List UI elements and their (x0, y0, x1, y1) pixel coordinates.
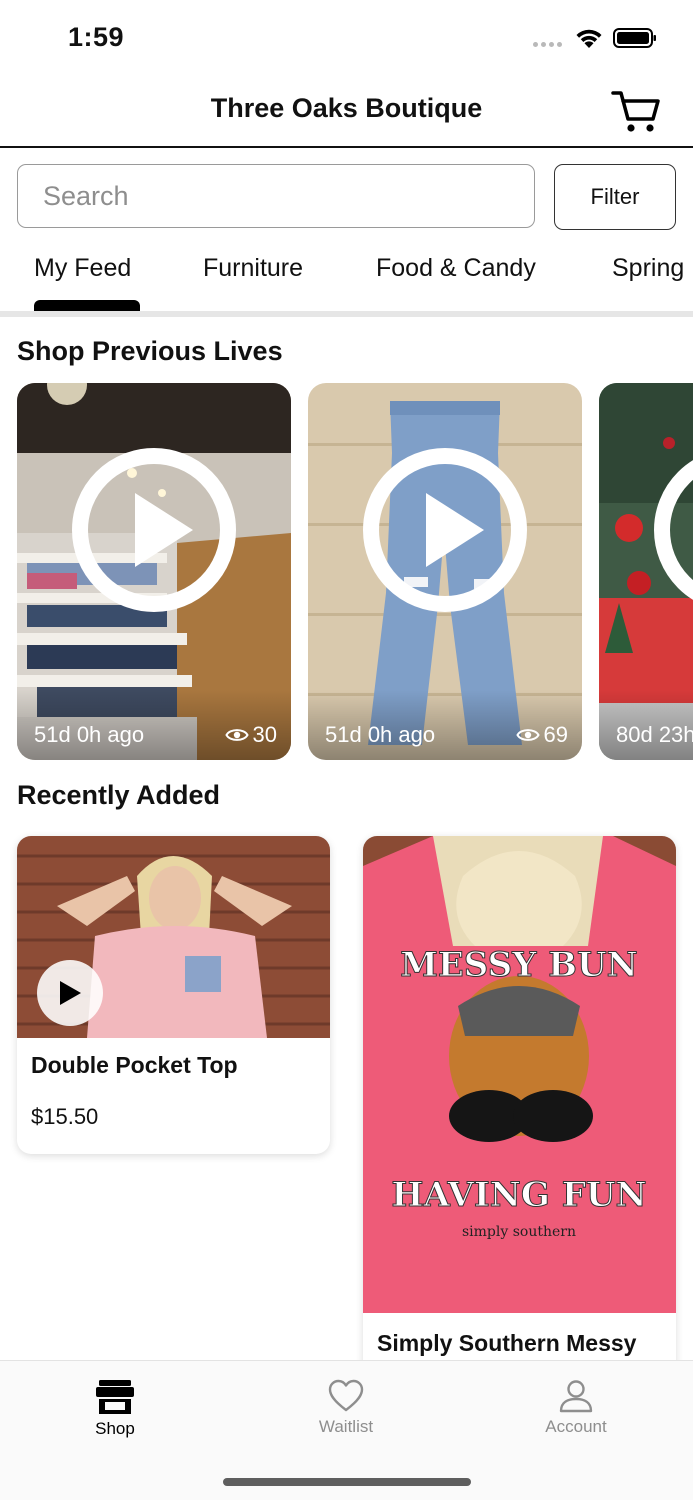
live-views: 30 (224, 722, 277, 748)
live-card[interactable]: 80d 23h ago (599, 383, 693, 760)
status-time: 1:59 (68, 22, 125, 52)
play-icon[interactable] (653, 447, 693, 613)
tab-spring[interactable]: Spring (612, 254, 684, 283)
app-screen: 1:59 Three Oaks Boutique Filter My Feed … (0, 0, 693, 1500)
home-indicator[interactable] (223, 1478, 471, 1486)
person-icon (559, 1380, 593, 1413)
product-card[interactable]: MESSY BUN HAVING FUN simply southern Sim… (363, 836, 676, 1436)
svg-text:simply southern: simply southern (462, 1224, 576, 1240)
wifi-icon (576, 29, 602, 48)
live-card[interactable]: 51d 0h ago 30 (17, 383, 291, 760)
live-age: 51d 0h ago (34, 722, 145, 747)
search-input[interactable] (17, 164, 535, 228)
nav-label: Shop (95, 1419, 135, 1438)
product-card[interactable]: Double Pocket Top $15.50 (17, 836, 330, 1154)
play-icon[interactable] (71, 447, 237, 613)
product-video-button[interactable] (37, 960, 103, 1026)
nav-account[interactable]: Account (516, 1379, 636, 1437)
category-tabs: My Feed Furniture Food & Candy Spring (0, 240, 693, 312)
filter-button[interactable]: Filter (554, 164, 676, 230)
svg-text:MESSY BUN: MESSY BUN (400, 945, 638, 985)
product-name: Double Pocket Top (31, 1052, 238, 1078)
app-header: Three Oaks Boutique (0, 76, 693, 148)
product-price: $15.50 (31, 1104, 99, 1129)
tabs-divider (0, 311, 693, 317)
nav-label: Account (545, 1417, 607, 1436)
cart-icon[interactable] (610, 88, 662, 134)
eye-icon (224, 729, 249, 741)
tab-food-and-candy[interactable]: Food & Candy (376, 254, 536, 283)
store-title: Three Oaks Boutique (210, 93, 483, 123)
nav-waitlist[interactable]: Waitlist (286, 1379, 406, 1437)
recently-added-title: Recently Added (17, 780, 221, 810)
live-age: 51d 0h ago (325, 722, 436, 747)
live-card[interactable]: 51d 0h ago 69 (308, 383, 582, 760)
tab-my-feed[interactable]: My Feed (34, 254, 131, 283)
product-image: MESSY BUN HAVING FUN simply southern (363, 836, 676, 1313)
live-views: 69 (515, 722, 568, 748)
nav-shop[interactable]: Shop (55, 1379, 175, 1439)
eye-icon (515, 729, 540, 741)
cellular-signal-icon (533, 42, 562, 47)
status-bar: 1:59 (0, 0, 693, 76)
previous-lives-title: Shop Previous Lives (17, 336, 283, 366)
nav-label: Waitlist (318, 1417, 374, 1436)
play-icon[interactable] (362, 447, 528, 613)
view-count: 69 (543, 722, 568, 747)
battery-icon (613, 28, 656, 48)
svg-text:HAVING FUN: HAVING FUN (391, 1175, 646, 1215)
view-count: 30 (252, 722, 277, 747)
live-age: 80d 23h ago (616, 722, 693, 747)
play-icon (60, 981, 81, 1005)
heart-icon (328, 1379, 364, 1412)
tab-furniture[interactable]: Furniture (203, 254, 303, 283)
store-icon (96, 1380, 134, 1414)
